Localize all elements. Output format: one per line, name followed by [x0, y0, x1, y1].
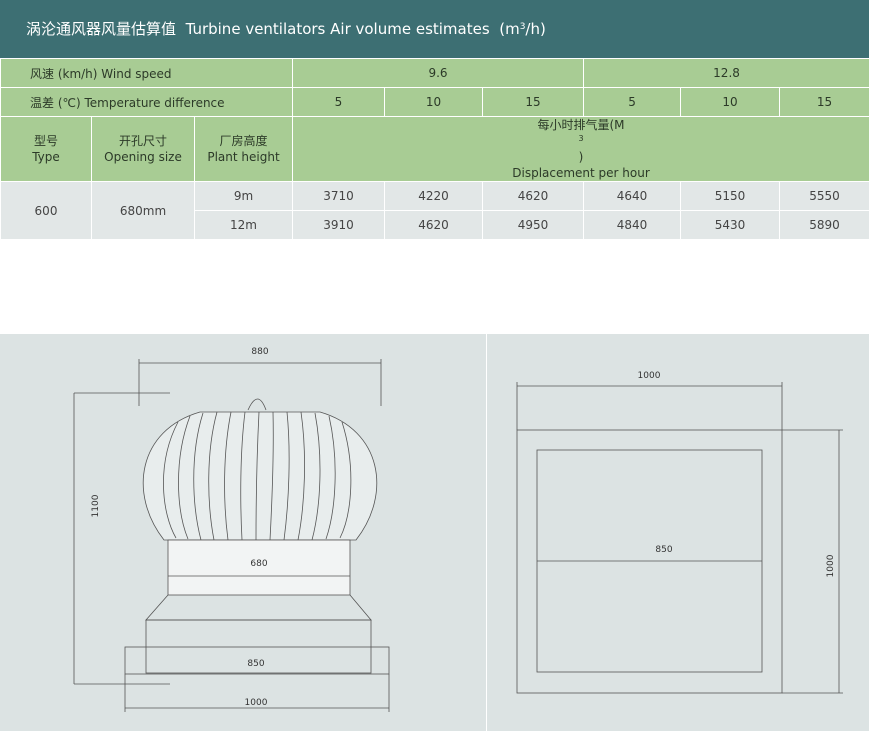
title-unit: (m3/h) [499, 20, 546, 38]
value-cell: 4950 [483, 211, 584, 240]
value-cell: 3910 [293, 211, 385, 240]
wind-speed-row: 风速 (km/h) Wind speed 9.6 12.8 [1, 59, 869, 88]
height-cell: 9m [195, 182, 293, 211]
value-cell: 5890 [780, 211, 869, 240]
wind-speed-value: 12.8 [584, 59, 869, 88]
plan-dim-side-label: 1000 [826, 554, 836, 577]
col-opening-header: 开孔尺寸Opening size [92, 117, 195, 182]
value-cell: 4620 [483, 182, 584, 211]
value-cell: 5550 [780, 182, 869, 211]
column-header-row: 型号Type 开孔尺寸Opening size 厂房高度Plant height… [1, 117, 869, 182]
plan-dim-inner-label: 850 [655, 545, 672, 555]
value-cell: 5430 [681, 211, 780, 240]
side-elevation-drawing: 880 1100 680 850 1000 [0, 334, 486, 731]
temperature-value: 15 [780, 88, 869, 117]
temperature-value: 15 [483, 88, 584, 117]
plan-view-panel: 1000 850 1000 [487, 334, 869, 731]
wind-speed-label: 风速 (km/h) Wind speed [1, 59, 293, 88]
dim-base-inner-label: 850 [247, 659, 264, 669]
title-cn: 涡沦通风器风量估算值 [26, 20, 176, 38]
temperature-value: 10 [681, 88, 780, 117]
col-displacement-header: 每小时排气量(M3) Displacement per hour [293, 117, 869, 182]
title-en: Turbine ventilators Air volume estimates [186, 20, 490, 38]
col-type-header: 型号Type [1, 117, 92, 182]
plan-dim-top-label: 1000 [638, 371, 661, 381]
temperature-value: 10 [385, 88, 483, 117]
dim-height-label: 1100 [91, 494, 101, 517]
temperature-value: 5 [584, 88, 681, 117]
type-cell: 600 [1, 182, 92, 240]
side-elevation-panel: 880 1100 680 850 1000 [0, 334, 486, 731]
temperature-label: 温差 (℃) Temperature difference [1, 88, 293, 117]
dim-base-outer-label: 1000 [245, 698, 268, 708]
value-cell: 5150 [681, 182, 780, 211]
value-cell: 4620 [385, 211, 483, 240]
wind-speed-value: 9.6 [293, 59, 584, 88]
temperature-row: 温差 (℃) Temperature difference 5 10 15 5 … [1, 88, 869, 117]
value-cell: 4840 [584, 211, 681, 240]
table-row: 600 680mm 9m 3710 4220 4620 4640 5150 55… [1, 182, 869, 211]
height-cell: 12m [195, 211, 293, 240]
value-cell: 4220 [385, 182, 483, 211]
col-height-header: 厂房高度Plant height [195, 117, 293, 182]
dim-neck-label: 680 [250, 559, 267, 569]
plan-view-drawing: 1000 850 1000 [487, 334, 869, 731]
dim-top-label: 880 [251, 347, 268, 357]
air-volume-table: 风速 (km/h) Wind speed 9.6 12.8 温差 (℃) Tem… [0, 58, 869, 240]
temperature-value: 5 [293, 88, 385, 117]
value-cell: 4640 [584, 182, 681, 211]
value-cell: 3710 [293, 182, 385, 211]
page-title: 涡沦通风器风量估算值 Turbine ventilators Air volum… [0, 0, 869, 58]
opening-cell: 680mm [92, 182, 195, 240]
